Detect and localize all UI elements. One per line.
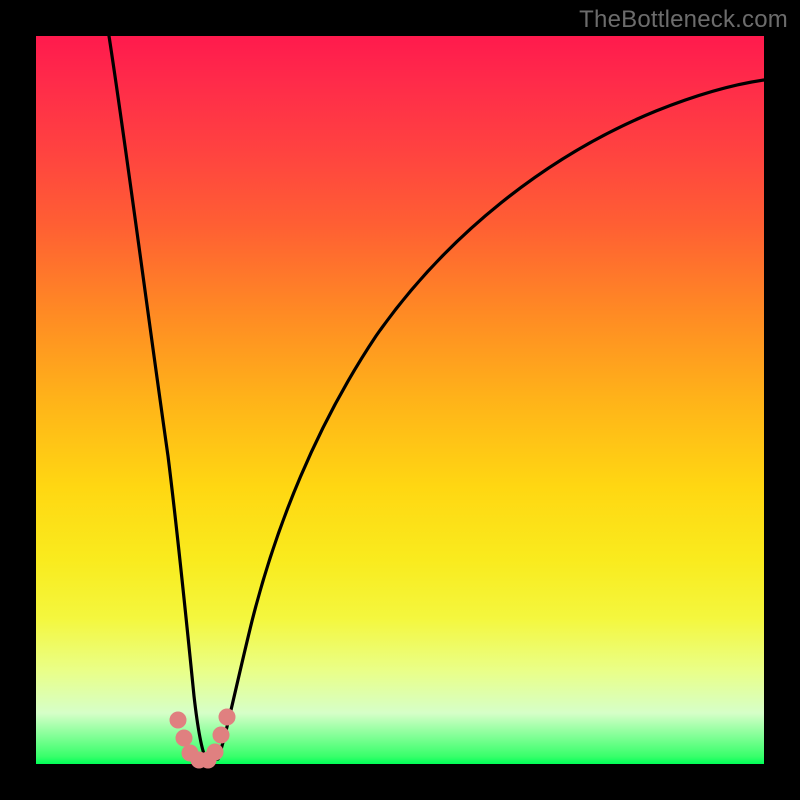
curve-layer xyxy=(36,36,764,764)
chart-frame: TheBottleneck.com xyxy=(0,0,800,800)
marker-dot xyxy=(213,727,229,743)
curve-right-branch xyxy=(218,80,764,759)
marker-dot xyxy=(219,709,235,725)
plot-area xyxy=(36,36,764,764)
watermark-text: TheBottleneck.com xyxy=(579,6,788,34)
marker-cluster xyxy=(170,709,235,768)
marker-dot xyxy=(170,712,186,728)
curve-left-branch xyxy=(109,36,206,759)
marker-dot xyxy=(176,730,192,746)
marker-dot xyxy=(207,744,223,760)
